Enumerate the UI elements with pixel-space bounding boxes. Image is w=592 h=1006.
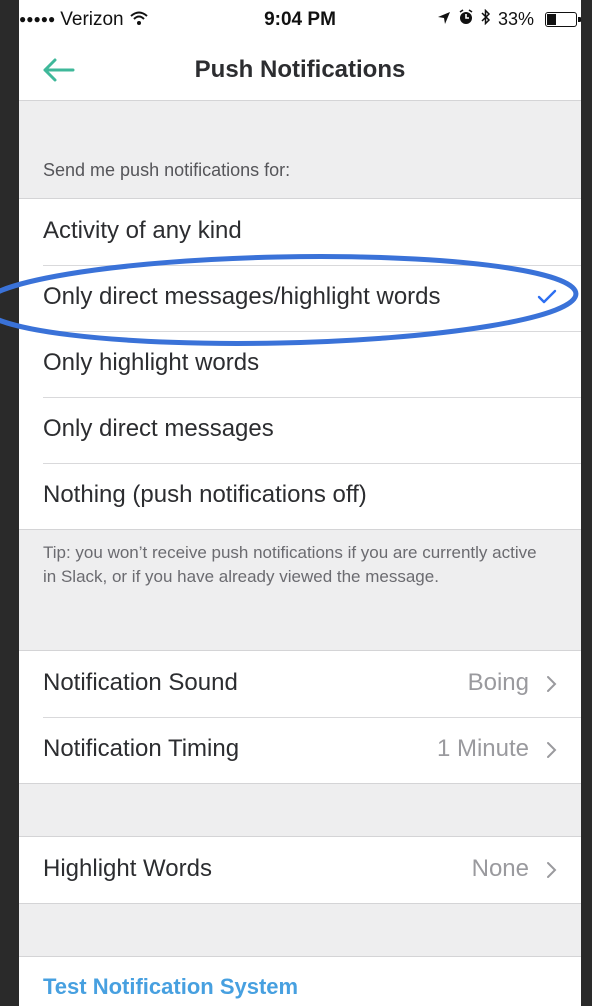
status-bar-right: 33% xyxy=(437,8,581,30)
option-label: Activity of any kind xyxy=(43,217,242,244)
battery-icon xyxy=(545,12,581,27)
row-label: Highlight Words xyxy=(43,855,212,882)
notification-sound-row[interactable]: Notification Sound Boing xyxy=(19,651,581,717)
row-value: 1 Minute xyxy=(436,735,529,762)
option-label: Only direct messages/highlight words xyxy=(43,283,441,310)
battery-percent: 33% xyxy=(497,9,534,29)
alarm-icon xyxy=(458,9,474,30)
page-title: Push Notifications xyxy=(194,56,406,83)
notify-options-group: Activity of any kind Only direct message… xyxy=(19,198,581,530)
option-direct-messages-highlight-words[interactable]: Only direct messages/highlight words xyxy=(19,265,581,331)
checkmark-icon xyxy=(537,289,557,305)
option-activity-any-kind[interactable]: Activity of any kind xyxy=(19,199,581,265)
row-value: None xyxy=(471,855,529,882)
option-label: Only highlight words xyxy=(43,349,260,376)
chevron-right-icon xyxy=(545,861,559,879)
sound-timing-group: Notification Sound Boing Notification Ti… xyxy=(19,650,581,784)
tip-text: Tip: you won’t receive push notification… xyxy=(43,543,537,586)
option-nothing[interactable]: Nothing (push notifications off) xyxy=(19,463,581,529)
highlight-words-group: Highlight Words None xyxy=(19,836,581,904)
bluetooth-icon xyxy=(481,8,491,30)
section-header: Send me push notifications for: xyxy=(43,160,291,180)
test-notification-link[interactable]: Test Notification System xyxy=(43,974,298,1000)
notification-timing-row[interactable]: Notification Timing 1 Minute xyxy=(19,717,581,783)
navigation-bar: Push Notifications xyxy=(19,40,581,101)
chevron-right-icon xyxy=(545,741,559,759)
phone-screen: ●●●●● Verizon 9:04 PM 33% Push Notificat… xyxy=(19,0,581,1006)
option-label: Nothing (push notifications off) xyxy=(43,481,367,508)
battery-fill xyxy=(547,14,556,25)
row-label: Notification Timing xyxy=(43,735,240,762)
row-label: Notification Sound xyxy=(43,669,238,696)
highlight-words-row[interactable]: Highlight Words None xyxy=(19,837,581,903)
option-direct-messages[interactable]: Only direct messages xyxy=(19,397,581,463)
option-label: Only direct messages xyxy=(43,415,274,442)
chevron-right-icon xyxy=(545,675,559,693)
status-bar: ●●●●● Verizon 9:04 PM 33% xyxy=(19,0,581,40)
location-arrow-icon xyxy=(437,9,451,30)
option-highlight-words[interactable]: Only highlight words xyxy=(19,331,581,397)
row-value: Boing xyxy=(467,669,529,696)
